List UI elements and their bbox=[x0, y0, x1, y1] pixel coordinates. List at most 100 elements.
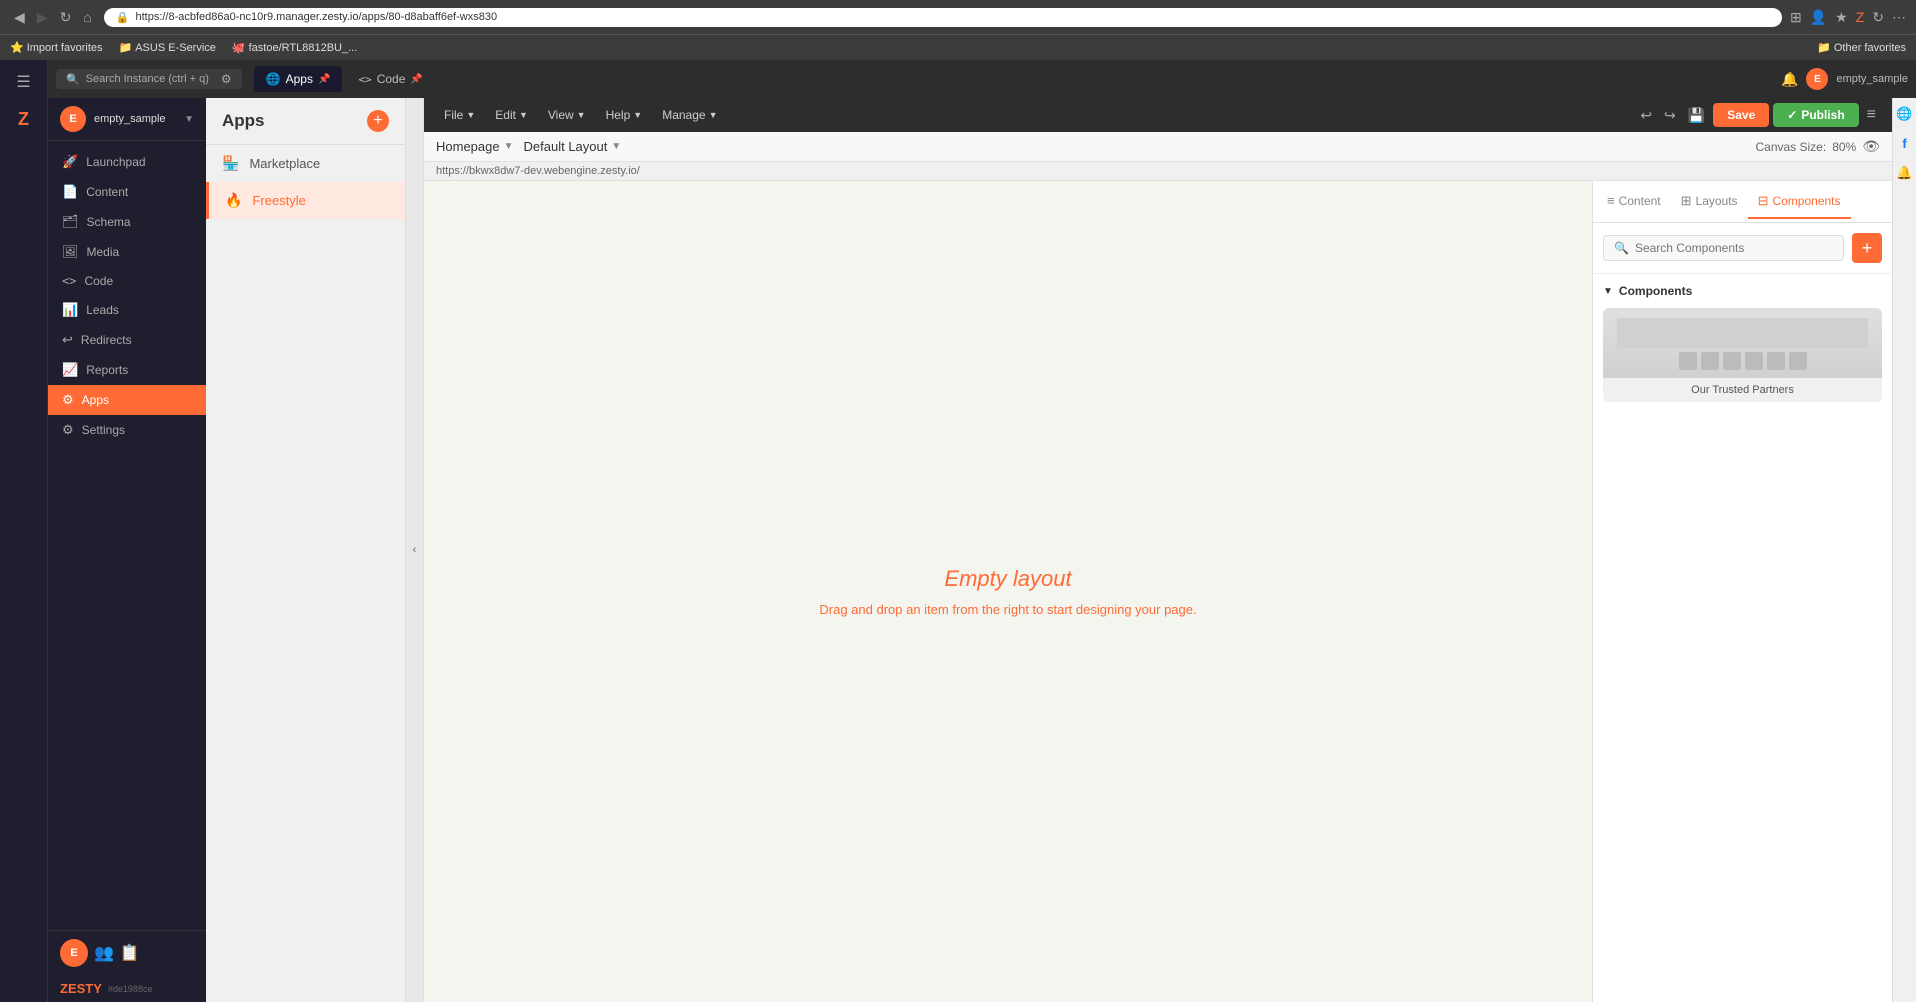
far-right-globe-icon[interactable]: 🌐 bbox=[1896, 106, 1912, 122]
toolbar-btn-1[interactable] bbox=[1679, 352, 1697, 370]
search-icon: 🔍 bbox=[66, 73, 80, 86]
app-shell: ☰ Z 🔍 Search Instance (ctrl + q) ⚙ 🌐 App… bbox=[0, 60, 1916, 1002]
file-menu[interactable]: File ▼ bbox=[436, 105, 483, 125]
page-selector[interactable]: Homepage ▼ bbox=[436, 139, 514, 154]
refresh-button[interactable]: ↻ bbox=[56, 7, 76, 28]
bookmark-import[interactable]: ⭐ Import favorites bbox=[10, 41, 103, 54]
toolbar-btn-5[interactable] bbox=[1767, 352, 1785, 370]
user-section[interactable]: E empty_sample ▼ bbox=[48, 98, 206, 141]
code-icon: <> bbox=[62, 274, 76, 288]
tab-code-label: Code bbox=[377, 72, 406, 86]
favorites-icon[interactable]: ★ bbox=[1835, 9, 1848, 26]
content-icon: 📄 bbox=[62, 184, 78, 200]
redirects-icon: ↩ bbox=[62, 332, 73, 348]
toolbar-btn-3[interactable] bbox=[1723, 352, 1741, 370]
zesty-icon[interactable]: Z bbox=[1856, 9, 1865, 26]
bottom-user-icon[interactable]: E bbox=[60, 939, 88, 967]
profile-icon[interactable]: 👤 bbox=[1810, 9, 1827, 26]
content-tab-icon: ≡ bbox=[1607, 193, 1615, 208]
manage-menu[interactable]: Manage ▼ bbox=[654, 105, 725, 125]
nav-item-code[interactable]: <> Code bbox=[48, 267, 206, 295]
hamburger-button[interactable]: ☰ bbox=[12, 68, 34, 96]
bookmarks-bar: ⭐ Import favorites 📁 ASUS E-Service 🐙 fa… bbox=[0, 34, 1916, 60]
address-bar[interactable]: 🔒 https://8-acbfed86a0-nc10r9.manager.ze… bbox=[104, 8, 1782, 27]
tab-components[interactable]: ⊟ Components bbox=[1748, 185, 1851, 219]
save-draft-icon[interactable]: 💾 bbox=[1684, 107, 1709, 124]
launchpad-icon: 🚀 bbox=[62, 154, 78, 170]
extensions-icon[interactable]: ⊞ bbox=[1790, 9, 1802, 26]
home-button[interactable]: ⌂ bbox=[79, 7, 95, 28]
help-menu[interactable]: Help ▼ bbox=[598, 105, 651, 125]
browser-action-icons: ⊞ 👤 ★ Z ↻ ⋯ bbox=[1790, 9, 1906, 26]
nav-item-apps[interactable]: ⚙ Apps bbox=[48, 385, 206, 415]
media-icon: 🖼 bbox=[62, 244, 79, 260]
nav-item-reports[interactable]: 📈 Reports bbox=[48, 355, 206, 385]
add-component-button[interactable]: + bbox=[1852, 233, 1882, 263]
view-menu[interactable]: View ▼ bbox=[540, 105, 594, 125]
toolbar-btn-4[interactable] bbox=[1745, 352, 1763, 370]
toolbar-btn-2[interactable] bbox=[1701, 352, 1719, 370]
tab-layouts[interactable]: ⊞ Layouts bbox=[1671, 185, 1748, 219]
eye-icon[interactable]: 👁 bbox=[1862, 138, 1880, 155]
schema-icon: 🗂 bbox=[62, 214, 79, 230]
edit-menu[interactable]: Edit ▼ bbox=[487, 105, 536, 125]
nav-item-redirects[interactable]: ↩ Redirects bbox=[48, 325, 206, 355]
tab-apps-label: Apps bbox=[286, 72, 313, 86]
search-components-input[interactable] bbox=[1635, 241, 1833, 255]
subnav-item-marketplace[interactable]: 🏪 Marketplace bbox=[206, 145, 405, 182]
bookmark-fastoe[interactable]: 🐙 fastoe/RTL8812BU_... bbox=[232, 41, 357, 54]
nav-item-leads[interactable]: 📊 Leads bbox=[48, 295, 206, 325]
layout-selector[interactable]: Default Layout ▼ bbox=[524, 139, 622, 154]
tab-code[interactable]: <> Code 📌 bbox=[346, 66, 434, 92]
instance-name-tab: empty_sample bbox=[1836, 73, 1908, 85]
user-avatar-tab[interactable]: E bbox=[1806, 68, 1828, 90]
search-instance-bar[interactable]: 🔍 Search Instance (ctrl + q) ⚙ bbox=[56, 69, 242, 89]
forward-button[interactable]: ▶ bbox=[33, 7, 52, 28]
left-nav: E empty_sample ▼ 🚀 Launchpad 📄 Content 🗂… bbox=[48, 98, 206, 1002]
toolbar-btn-6[interactable] bbox=[1789, 352, 1807, 370]
empty-layout-description: Drag and drop an item from the right to … bbox=[819, 602, 1196, 617]
tab-apps[interactable]: 🌐 Apps 📌 bbox=[254, 66, 343, 92]
back-button[interactable]: ◀ bbox=[10, 7, 29, 28]
sync-icon[interactable]: ↻ bbox=[1872, 9, 1884, 26]
publish-button[interactable]: ✓ Publish bbox=[1773, 103, 1858, 127]
save-button[interactable]: Save bbox=[1713, 103, 1769, 127]
help-icon[interactable]: 📋 bbox=[120, 943, 140, 963]
team-icon[interactable]: 👥 bbox=[94, 943, 114, 963]
bookmark-asus[interactable]: 📁 ASUS E-Service bbox=[119, 41, 216, 54]
tab-content[interactable]: ≡ Content bbox=[1597, 185, 1671, 218]
more-options-icon[interactable]: ≡ bbox=[1863, 106, 1880, 124]
far-right-facebook-icon[interactable]: f bbox=[1902, 136, 1906, 151]
more-icon[interactable]: ⋯ bbox=[1892, 9, 1906, 26]
layouts-tab-label: Layouts bbox=[1696, 194, 1738, 208]
bookmark-other[interactable]: 📁 Other favorites bbox=[1817, 41, 1906, 54]
redo-icon[interactable]: ↪ bbox=[1660, 107, 1680, 124]
apps-subnav-header: Apps + bbox=[206, 98, 405, 145]
settings-nav-icon: ⚙ bbox=[62, 422, 74, 438]
nav-item-launchpad[interactable]: 🚀 Launchpad bbox=[48, 147, 206, 177]
canvas-size-info: Canvas Size: 80% 👁 bbox=[1755, 138, 1880, 155]
zesty-logo-icon: Z bbox=[9, 104, 39, 134]
manage-dropdown-icon: ▼ bbox=[709, 110, 718, 120]
notification-icon[interactable]: 🔔 bbox=[1781, 71, 1798, 88]
nav-item-media[interactable]: 🖼 Media bbox=[48, 237, 206, 267]
reports-icon: 📈 bbox=[62, 362, 78, 378]
narrow-sidebar: ☰ Z bbox=[0, 60, 48, 1002]
nav-item-content[interactable]: 📄 Content bbox=[48, 177, 206, 207]
apps-add-button[interactable]: + bbox=[367, 110, 389, 132]
nav-label-code: Code bbox=[84, 274, 113, 288]
tab-bar: 🔍 Search Instance (ctrl + q) ⚙ 🌐 Apps 📌 … bbox=[48, 60, 1916, 98]
nav-item-settings[interactable]: ⚙ Settings bbox=[48, 415, 206, 445]
components-section-header[interactable]: ▼ Components bbox=[1603, 284, 1882, 298]
collapse-panel[interactable]: ‹ bbox=[406, 98, 424, 1002]
component-card-preview bbox=[1603, 308, 1882, 378]
undo-icon[interactable]: ↩ bbox=[1636, 107, 1656, 124]
main-area: E empty_sample ▼ 🚀 Launchpad 📄 Content 🗂… bbox=[48, 98, 1916, 1002]
subnav-item-freestyle[interactable]: 🔥 Freestyle bbox=[206, 182, 405, 219]
component-card[interactable]: Our Trusted Partners bbox=[1603, 308, 1882, 402]
nav-item-schema[interactable]: 🗂 Schema bbox=[48, 207, 206, 237]
components-section: ▼ Components bbox=[1593, 274, 1892, 422]
canvas-panel-area: Empty layout Drag and drop an item from … bbox=[424, 181, 1892, 1002]
far-right-notification-icon[interactable]: 🔔 bbox=[1896, 165, 1912, 181]
editor-area: File ▼ Edit ▼ View ▼ Help ▼ Manage ▼ bbox=[424, 98, 1892, 1002]
